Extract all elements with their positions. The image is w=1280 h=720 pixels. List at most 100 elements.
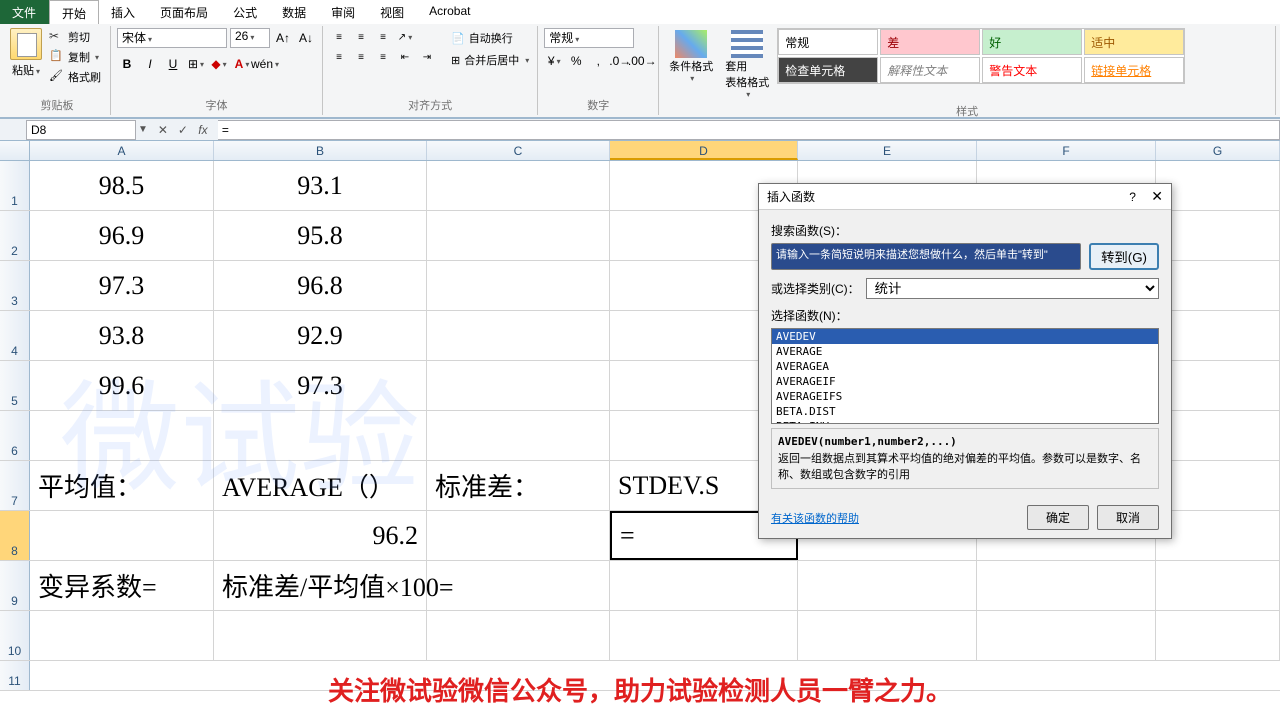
cell-a7[interactable]: 平均值： <box>30 461 214 510</box>
col-header-a[interactable]: A <box>30 141 214 160</box>
font-size-combo[interactable]: 26 <box>230 28 270 48</box>
cut-button[interactable]: 剪切 <box>46 28 104 46</box>
cell-b8[interactable]: 96.2 <box>214 511 427 560</box>
cell-a9[interactable]: 变异系数= <box>30 561 214 610</box>
decrease-decimal-button[interactable]: .00→ <box>632 51 652 71</box>
style-link[interactable]: 链接单元格 <box>1084 57 1184 83</box>
list-item[interactable]: BETA.DIST <box>772 404 1158 419</box>
row-header[interactable]: 4 <box>0 311 30 360</box>
tab-file[interactable]: 文件 <box>0 0 49 24</box>
ok-button[interactable]: 确定 <box>1027 505 1089 530</box>
style-normal[interactable]: 常规 <box>778 29 878 55</box>
font-name-combo[interactable]: 宋体 <box>117 28 227 48</box>
function-help-link[interactable]: 有关该函数的帮助 <box>771 510 859 526</box>
go-button[interactable]: 转到(G) <box>1089 243 1159 270</box>
grow-font-button[interactable]: A↑ <box>273 28 293 48</box>
insert-function-button[interactable]: fx <box>194 121 212 139</box>
comma-button[interactable]: , <box>588 51 608 71</box>
list-item[interactable]: BETA.INV <box>772 419 1158 424</box>
table-format-button[interactable]: 套用 表格格式 <box>721 28 773 101</box>
row-header[interactable]: 1 <box>0 161 30 210</box>
col-header-e[interactable]: E <box>798 141 977 160</box>
cell-b7[interactable]: AVERAGE（） <box>214 461 427 510</box>
conditional-format-button[interactable]: 条件格式 <box>665 28 717 85</box>
underline-button[interactable]: U <box>163 54 183 74</box>
currency-button[interactable]: ¥ <box>544 51 564 71</box>
indent-inc-button[interactable]: ⇥ <box>417 48 437 66</box>
function-list[interactable]: AVEDEV AVERAGE AVERAGEA AVERAGEIF AVERAG… <box>771 328 1159 424</box>
format-painter-button[interactable]: 格式刷 <box>46 68 104 86</box>
align-right-button[interactable]: ≡ <box>373 48 393 66</box>
merge-center-button[interactable]: ⊞合并后居中 <box>449 50 531 70</box>
indent-dec-button[interactable]: ⇤ <box>395 48 415 66</box>
cell-styles-gallery[interactable]: 常规 差 好 适中 检查单元格 解释性文本 警告文本 链接单元格 <box>777 28 1185 84</box>
percent-button[interactable]: % <box>566 51 586 71</box>
align-center-button[interactable]: ≡ <box>351 48 371 66</box>
cell-b1[interactable]: 93.1 <box>214 161 427 210</box>
enter-formula-button[interactable]: ✓ <box>174 121 192 139</box>
list-item[interactable]: AVEDEV <box>772 329 1158 344</box>
copy-button[interactable]: 复制 <box>46 48 104 66</box>
row-header[interactable]: 8 <box>0 511 30 560</box>
tab-layout[interactable]: 页面布局 <box>148 0 221 24</box>
tab-formula[interactable]: 公式 <box>221 0 270 24</box>
row-header[interactable]: 9 <box>0 561 30 610</box>
name-box[interactable] <box>26 120 136 140</box>
style-check[interactable]: 检查单元格 <box>778 57 878 83</box>
cell-b4[interactable]: 92.9 <box>214 311 427 360</box>
align-bottom-button[interactable]: ≡ <box>373 28 393 46</box>
tab-home[interactable]: 开始 <box>49 0 99 24</box>
cell-a5[interactable]: 99.6 <box>30 361 214 410</box>
align-middle-button[interactable]: ≡ <box>351 28 371 46</box>
style-good[interactable]: 好 <box>982 29 1082 55</box>
cell-c1[interactable] <box>427 161 610 210</box>
dialog-help-button[interactable]: ? <box>1129 190 1136 204</box>
col-header-g[interactable]: G <box>1156 141 1280 160</box>
select-all-corner[interactable] <box>0 141 30 160</box>
list-item[interactable]: AVERAGEIFS <box>772 389 1158 404</box>
cell-b2[interactable]: 95.8 <box>214 211 427 260</box>
tab-review[interactable]: 审阅 <box>319 0 368 24</box>
cell-b3[interactable]: 96.8 <box>214 261 427 310</box>
wrap-text-button[interactable]: 📄自动换行 <box>449 28 531 48</box>
cancel-button[interactable]: 取消 <box>1097 505 1159 530</box>
tab-data[interactable]: 数据 <box>270 0 319 24</box>
col-header-d[interactable]: D <box>610 141 798 160</box>
dialog-close-button[interactable]: ✕ <box>1151 188 1163 204</box>
row-header[interactable]: 6 <box>0 411 30 460</box>
formula-input[interactable] <box>218 120 1280 140</box>
list-item[interactable]: AVERAGE <box>772 344 1158 359</box>
bold-button[interactable]: B <box>117 54 137 74</box>
border-button[interactable]: ⊞ <box>186 54 206 74</box>
col-header-f[interactable]: F <box>977 141 1156 160</box>
shrink-font-button[interactable]: A↓ <box>296 28 316 48</box>
col-header-b[interactable]: B <box>214 141 427 160</box>
cell-a3[interactable]: 97.3 <box>30 261 214 310</box>
style-neutral[interactable]: 适中 <box>1084 29 1184 55</box>
list-item[interactable]: AVERAGEIF <box>772 374 1158 389</box>
cancel-formula-button[interactable]: ✕ <box>154 121 172 139</box>
phonetic-button[interactable]: wén <box>255 54 275 74</box>
cell-a1[interactable]: 98.5 <box>30 161 214 210</box>
style-warning[interactable]: 警告文本 <box>982 57 1082 83</box>
category-select[interactable]: 统计 <box>866 278 1159 299</box>
font-color-button[interactable]: A <box>232 54 252 74</box>
col-header-c[interactable]: C <box>427 141 610 160</box>
cell-a2[interactable]: 96.9 <box>30 211 214 260</box>
cell-b5[interactable]: 97.3 <box>214 361 427 410</box>
number-format-combo[interactable]: 常规 <box>544 28 634 48</box>
row-header[interactable]: 3 <box>0 261 30 310</box>
align-left-button[interactable]: ≡ <box>329 48 349 66</box>
list-item[interactable]: AVERAGEA <box>772 359 1158 374</box>
paste-button[interactable]: 粘贴 <box>10 28 42 78</box>
row-header[interactable]: 7 <box>0 461 30 510</box>
cell-b9[interactable]: 标准差/平均值×100= <box>214 561 427 610</box>
row-header[interactable]: 2 <box>0 211 30 260</box>
fill-color-button[interactable]: ◆ <box>209 54 229 74</box>
row-header[interactable]: 10 <box>0 611 30 660</box>
function-search-input[interactable]: 请输入一条简短说明来描述您想做什么，然后单击"转到" <box>771 243 1081 270</box>
italic-button[interactable]: I <box>140 54 160 74</box>
row-header[interactable]: 5 <box>0 361 30 410</box>
cell-c7[interactable]: 标准差： <box>427 461 610 510</box>
tab-insert[interactable]: 插入 <box>99 0 148 24</box>
